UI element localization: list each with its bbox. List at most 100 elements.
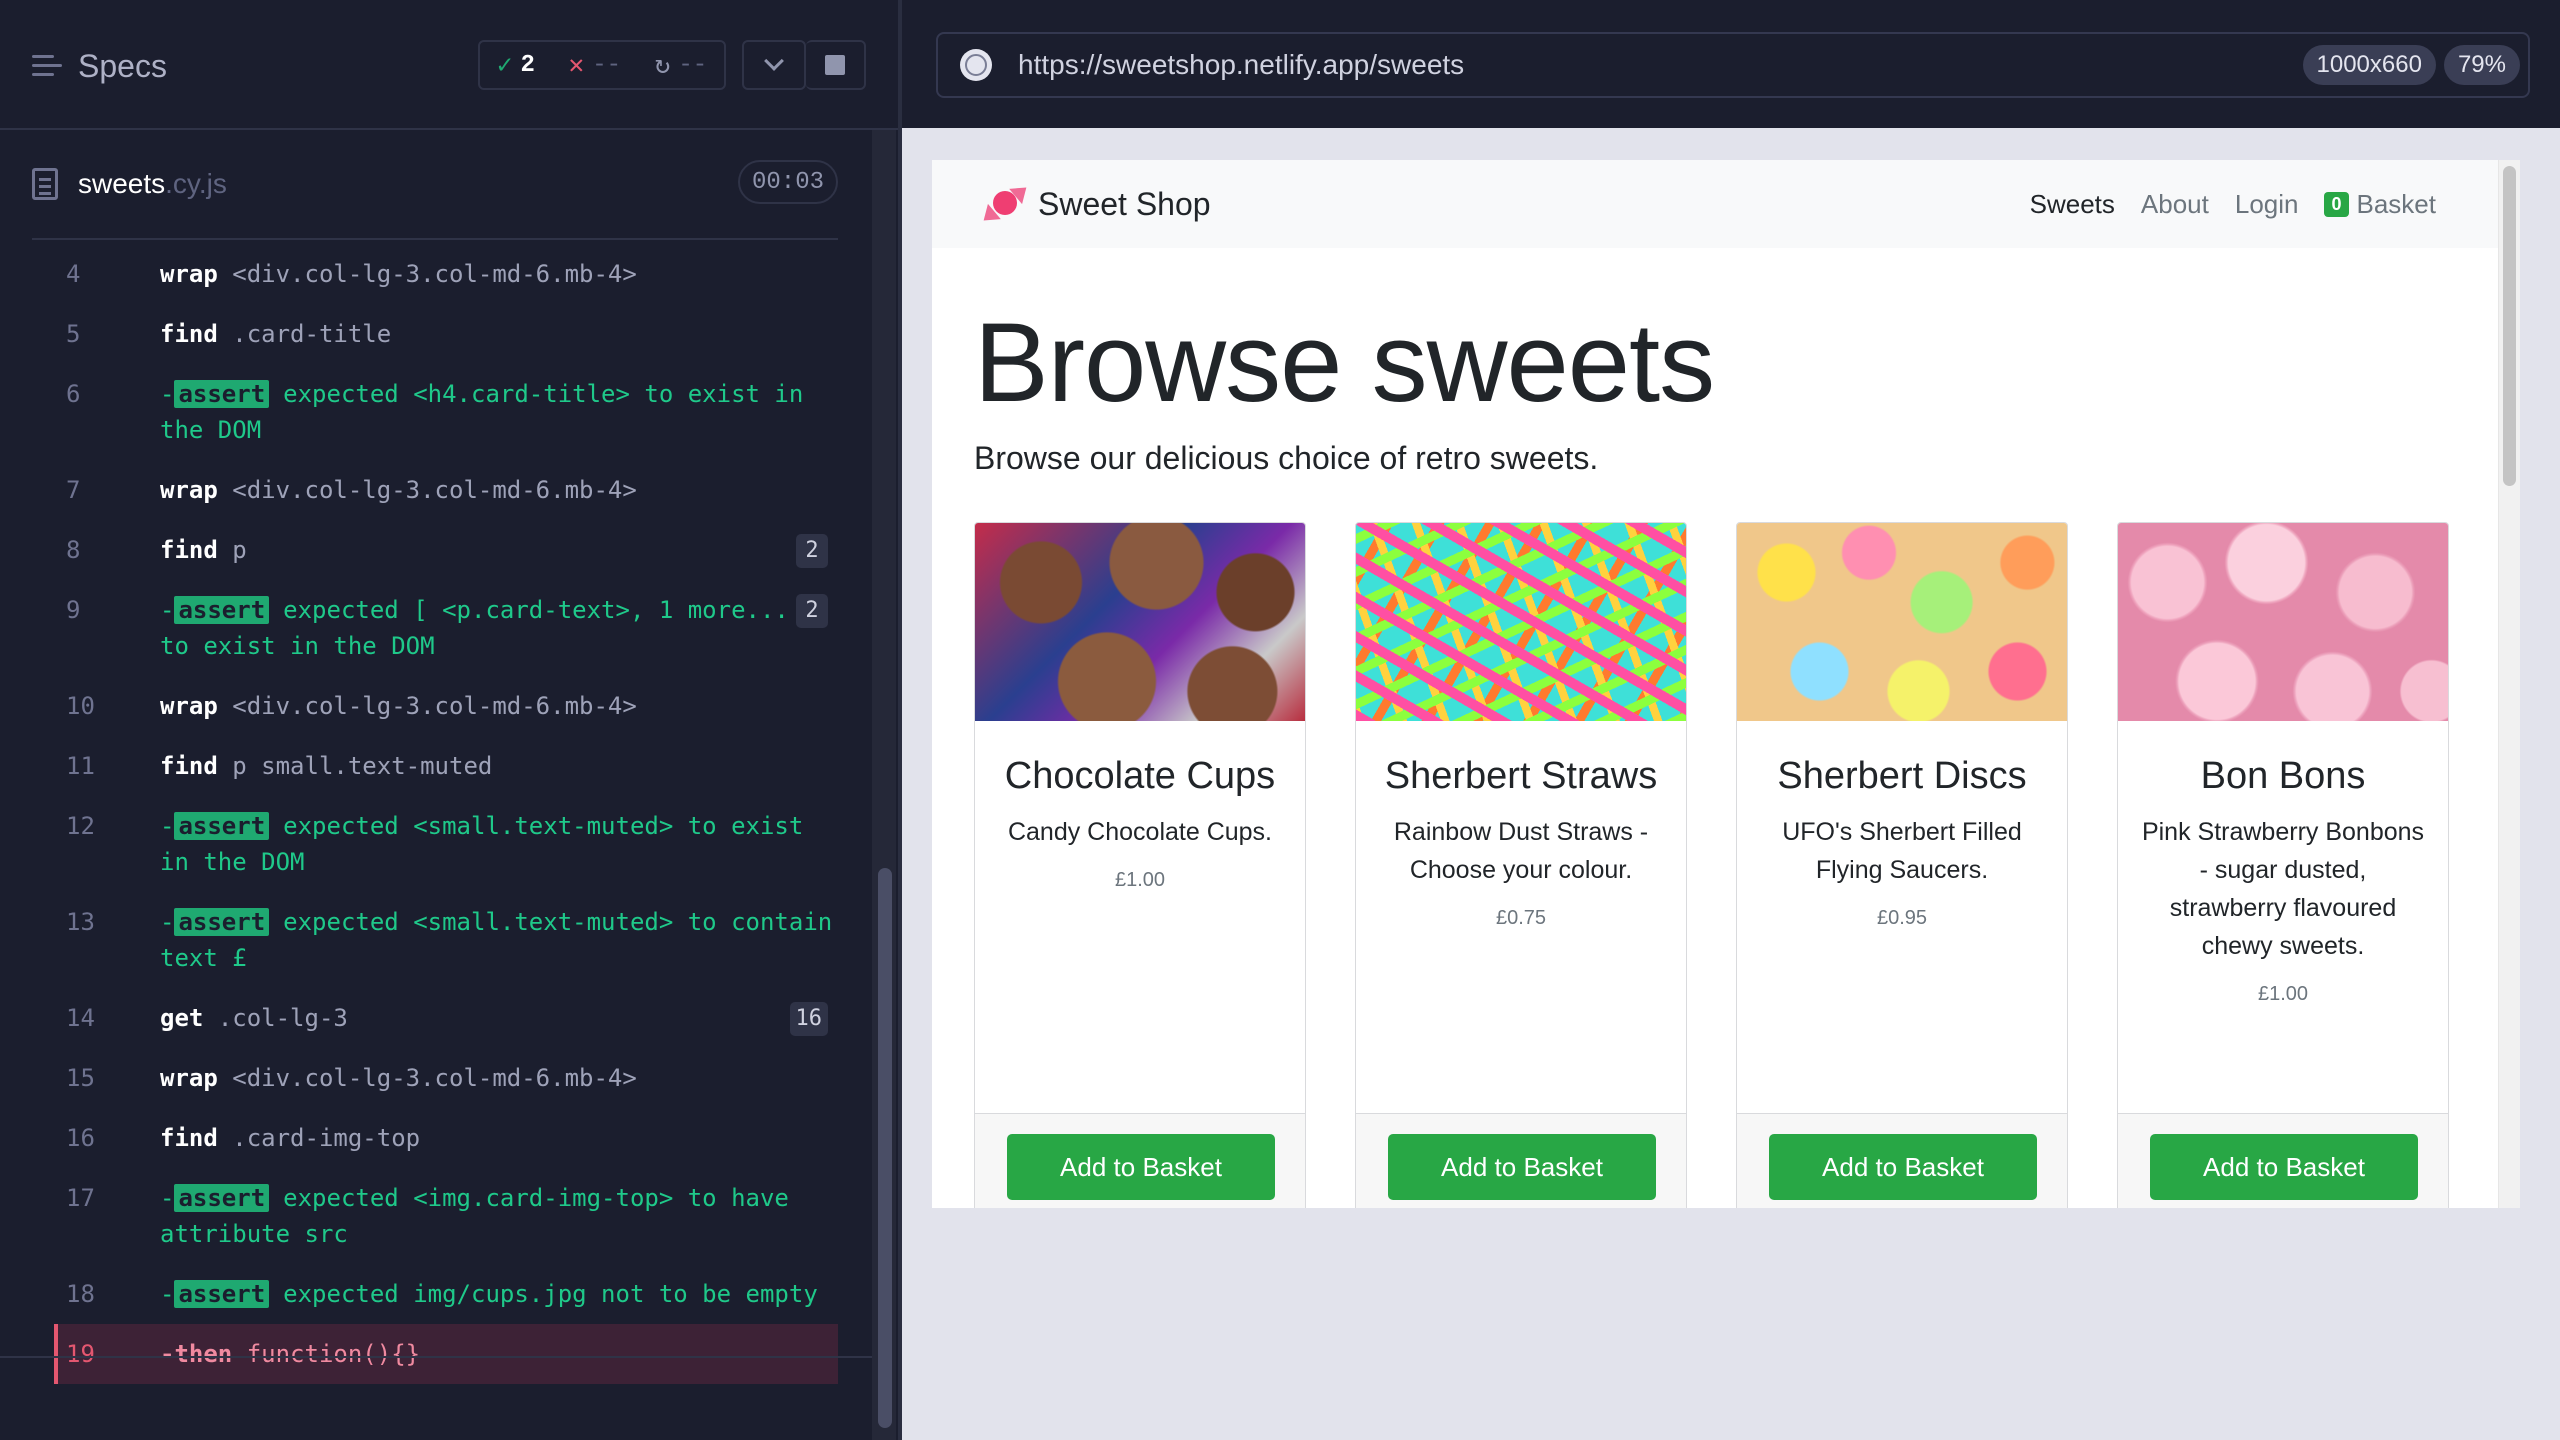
command-row[interactable]: 19 -then function(){} bbox=[54, 1324, 838, 1384]
command-number: 10 bbox=[66, 692, 95, 720]
auto-scroll-button[interactable] bbox=[742, 40, 806, 90]
command-assert-row[interactable]: 18 - assert expected img/cups.jpg not to be… bbox=[58, 1264, 838, 1324]
command-body: - assert expected img/cups.jpg not to be e… bbox=[160, 1276, 838, 1312]
aut-preview: https://sweetshop.netlify.app/sweets 100… bbox=[902, 0, 2560, 1440]
assert-tag: assert bbox=[174, 908, 270, 936]
command-body: - assert expected <small.text-muted> to ex… bbox=[160, 808, 838, 880]
command-row[interactable]: 15 wrap <div.col-lg-3.col-md-6.mb-4> bbox=[58, 1048, 838, 1108]
command-body: find .card-img-top bbox=[160, 1120, 838, 1156]
command-body: - assert expected <h4.card-title> to exist… bbox=[160, 376, 838, 448]
command-row[interactable]: 8 find p2 bbox=[58, 520, 838, 580]
command-assert-row[interactable]: 9 - assert expected [ <p.card-text>, 1 more… bbox=[58, 580, 838, 676]
add-to-basket-button[interactable]: Add to Basket bbox=[1388, 1134, 1656, 1200]
command-row[interactable]: 16 find .card-img-top bbox=[58, 1108, 838, 1168]
command-number: 5 bbox=[66, 320, 81, 348]
command-row[interactable]: 5 find .card-title bbox=[58, 304, 838, 364]
passed-stat: ✓ 2 bbox=[496, 50, 535, 81]
url-text[interactable]: https://sweetshop.netlify.app/sweets bbox=[1018, 49, 2303, 81]
zoom-level[interactable]: 79% bbox=[2443, 45, 2520, 85]
add-to-basket-button[interactable]: Add to Basket bbox=[1769, 1134, 2037, 1200]
assert-tag: assert bbox=[174, 812, 270, 840]
command-name: wrap bbox=[160, 260, 218, 288]
command-row[interactable]: 10 wrap <div.col-lg-3.col-md-6.mb-4> bbox=[58, 676, 838, 736]
command-body: - assert expected <img.card-img-top> to ha… bbox=[160, 1180, 838, 1252]
card-footer: Add to Basket bbox=[2118, 1113, 2448, 1208]
app-scrollbar[interactable] bbox=[2498, 160, 2520, 1208]
command-number: 16 bbox=[66, 1124, 95, 1152]
add-to-basket-button[interactable]: Add to Basket bbox=[2150, 1134, 2418, 1200]
command-row[interactable]: 7 wrap <div.col-lg-3.col-md-6.mb-4> bbox=[58, 460, 838, 520]
command-assert-row[interactable]: 12 - assert expected <small.text-muted> to … bbox=[58, 796, 838, 892]
command-body: - assert expected [ <p.card-text>, 1 more.… bbox=[160, 592, 838, 664]
specs-header: Specs ✓ 2 ✕ -- ↻ -- bbox=[0, 0, 900, 130]
card-text: UFO's Sherbert Filled Flying Saucers. bbox=[1782, 818, 2022, 884]
app-scrollbar-thumb[interactable] bbox=[2503, 166, 2516, 486]
product-card: Sherbert Straws Rainbow Dust Straws - Cho… bbox=[1355, 522, 1687, 1208]
command-body: wrap <div.col-lg-3.col-md-6.mb-4> bbox=[160, 256, 838, 292]
globe-icon bbox=[960, 49, 992, 81]
stop-icon bbox=[825, 55, 845, 75]
card-price: £0.75 bbox=[1495, 907, 1547, 929]
product-card: Chocolate Cups Candy Chocolate Cups. £1.00… bbox=[974, 522, 1306, 1208]
command-row[interactable]: 4 wrap <div.col-lg-3.col-md-6.mb-4> bbox=[58, 244, 838, 304]
card-title: Sherbert Discs bbox=[1777, 755, 2027, 797]
command-assert-row[interactable]: 17 - assert expected <img.card-img-top> to … bbox=[58, 1168, 838, 1264]
dash: - bbox=[160, 596, 175, 624]
card-title: Sherbert Straws bbox=[1384, 755, 1658, 797]
card-title: Bon Bons bbox=[2200, 755, 2366, 797]
viewport-size[interactable]: 1000x660 bbox=[2302, 45, 2436, 85]
spinner-icon: ↻ bbox=[654, 50, 671, 81]
page-title: Browse sweets bbox=[974, 300, 1715, 425]
spec-file-name: sweets bbox=[78, 168, 166, 199]
app-frame: Sweet Shop Sweets About Login 0 Basket Br… bbox=[932, 160, 2520, 1208]
command-number: 15 bbox=[66, 1064, 95, 1092]
command-message: .card-img-top bbox=[232, 1124, 421, 1152]
spec-file-row[interactable]: sweets .cy.js 00:03 bbox=[32, 130, 838, 240]
command-row[interactable]: 11 find p small.text-muted bbox=[58, 736, 838, 796]
cross-icon: ✕ bbox=[568, 50, 585, 81]
command-number: 13 bbox=[66, 908, 95, 936]
menu-icon bbox=[32, 53, 62, 79]
command-name: wrap bbox=[160, 1064, 218, 1092]
command-number: 19 bbox=[66, 1340, 95, 1368]
card-title: Chocolate Cups bbox=[1004, 755, 1276, 797]
brand-link[interactable]: Sweet Shop bbox=[977, 179, 1211, 229]
command-number: 18 bbox=[66, 1280, 95, 1308]
command-name: find bbox=[160, 320, 218, 348]
command-message: .card-title bbox=[232, 320, 392, 348]
dash: - bbox=[160, 1280, 175, 1308]
nav-basket[interactable]: 0 Basket bbox=[2324, 189, 2436, 220]
sherbert-discs-image bbox=[1737, 523, 2067, 721]
command-row[interactable]: 14 get .col-lg-3 16 bbox=[58, 988, 838, 1048]
card-price: £0.95 bbox=[1876, 907, 1928, 929]
nav-login[interactable]: Login bbox=[2235, 189, 2299, 220]
element-count-badge: 2 bbox=[796, 534, 828, 568]
stop-button[interactable] bbox=[806, 40, 866, 90]
command-name: find bbox=[160, 752, 218, 780]
dash: - bbox=[160, 908, 175, 936]
add-to-basket-button[interactable]: Add to Basket bbox=[1007, 1134, 1275, 1200]
command-name: find bbox=[160, 1124, 218, 1152]
command-number: 9 bbox=[66, 596, 81, 624]
specs-toggle[interactable]: Specs bbox=[32, 44, 167, 88]
command-message: expected img/cups.jpg not to be empty bbox=[283, 1280, 818, 1308]
reporter-panel: Specs ✓ 2 ✕ -- ↻ -- sweets .cy.js 00:03 … bbox=[0, 0, 900, 1440]
product-card: Sherbert Discs UFO's Sherbert Filled Flyi… bbox=[1736, 522, 2068, 1208]
spec-file-ext: .cy.js bbox=[165, 168, 227, 199]
command-name: -then bbox=[160, 1340, 233, 1368]
url-bar[interactable]: https://sweetshop.netlify.app/sweets 100… bbox=[936, 32, 2530, 98]
command-number: 12 bbox=[66, 812, 95, 840]
command-body: get .col-lg-3 bbox=[160, 1000, 838, 1036]
nav-sweets[interactable]: Sweets bbox=[2030, 189, 2115, 220]
element-count-badge: 16 bbox=[789, 1002, 828, 1036]
check-icon: ✓ bbox=[496, 50, 513, 81]
command-assert-row[interactable]: 6 - assert expected <h4.card-title> to exis… bbox=[58, 364, 838, 460]
nav-about[interactable]: About bbox=[2141, 189, 2209, 220]
pending-stat: ↻ -- bbox=[654, 50, 708, 81]
assert-tag: assert bbox=[174, 1280, 270, 1308]
product-card: Bon Bons Pink Strawberry Bonbons - sugar … bbox=[2117, 522, 2449, 1208]
card-footer: Add to Basket bbox=[1356, 1113, 1686, 1208]
card-footer: Add to Basket bbox=[1737, 1113, 2067, 1208]
reporter-scrollbar-thumb[interactable] bbox=[878, 868, 892, 1428]
command-assert-row[interactable]: 13 - assert expected <small.text-muted> to … bbox=[58, 892, 838, 988]
